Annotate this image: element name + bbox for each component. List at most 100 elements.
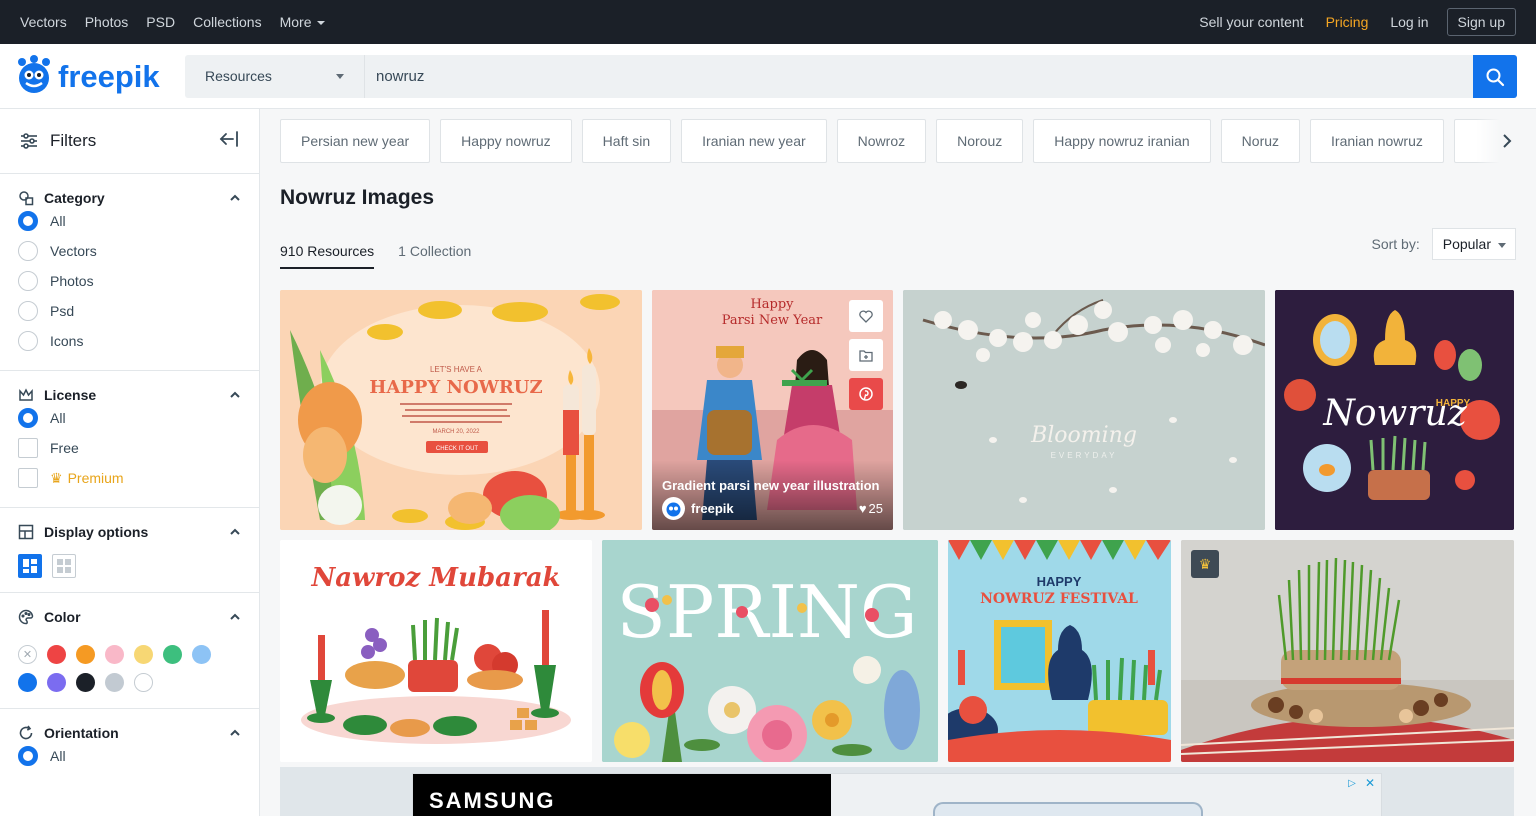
tag-chip[interactable]: Haft sin xyxy=(581,119,672,163)
tag-chip[interactable]: Persian new year xyxy=(280,119,431,163)
radio-selected[interactable] xyxy=(18,408,38,428)
color-swatch[interactable] xyxy=(76,673,95,692)
ad-banner[interactable]: SAMSUNG ▷ ✕ xyxy=(412,773,1382,816)
orientation-option-all[interactable]: All xyxy=(18,741,241,771)
tag-chip[interactable]: Iranian new year xyxy=(681,119,827,163)
color-swatch[interactable] xyxy=(18,673,37,692)
license-option-premium[interactable]: ♛ Premium xyxy=(18,463,241,493)
layout-icon xyxy=(18,524,34,540)
grid-view-button[interactable] xyxy=(52,554,76,578)
radio[interactable] xyxy=(18,241,38,261)
result-image-spring-flowers[interactable]: SPRING xyxy=(602,540,938,762)
svg-text:Nawroz Mubarak: Nawroz Mubarak xyxy=(310,563,560,593)
top-nav: Vectors Photos PSD Collections More xyxy=(20,14,343,30)
result-title[interactable]: Gradient parsi new year illustration xyxy=(662,478,879,493)
color-header[interactable]: Color xyxy=(18,609,241,625)
palette-icon xyxy=(18,609,34,625)
checkbox[interactable] xyxy=(18,438,38,458)
color-swatch[interactable] xyxy=(105,673,124,692)
sell-content-link[interactable]: Sell your content xyxy=(1199,14,1303,30)
radio-selected[interactable] xyxy=(18,746,38,766)
result-author[interactable]: freepik xyxy=(662,497,734,520)
category-option-all[interactable]: All xyxy=(18,206,241,236)
option-label: Vectors xyxy=(50,243,97,259)
checkbox[interactable] xyxy=(18,468,38,488)
radio[interactable] xyxy=(18,331,38,351)
color-swatch[interactable] xyxy=(47,645,66,664)
result-image-happy-nowruz-dark[interactable]: Nowruz HAPPY xyxy=(1275,290,1514,530)
result-image-nawroz-mubarak[interactable]: Nawroz Mubarak xyxy=(280,540,592,762)
search-icon xyxy=(1486,68,1505,86)
search-input[interactable] xyxy=(366,55,1472,98)
category-header[interactable]: Category xyxy=(18,190,241,206)
tag-chip[interactable]: Happy nowruz xyxy=(440,119,572,163)
license-header[interactable]: License xyxy=(18,387,241,403)
svg-text:EVERYDAY: EVERYDAY xyxy=(1051,451,1118,460)
color-swatch[interactable] xyxy=(134,645,153,664)
sort-value: Popular xyxy=(1442,236,1491,252)
freepik-logo[interactable]: freepik xyxy=(14,54,176,100)
color-swatch[interactable] xyxy=(192,645,211,664)
radio[interactable] xyxy=(18,301,38,321)
color-swatch[interactable] xyxy=(47,673,66,692)
freepik-logo-icon: freepik xyxy=(18,55,160,94)
tab-resources[interactable]: 910 Resources xyxy=(280,243,375,269)
crown-outline-icon xyxy=(19,388,33,401)
tag-chip[interactable]: Noruz xyxy=(1220,119,1301,163)
tag-chip[interactable]: Iranian nowruz xyxy=(1310,119,1444,163)
top-navbar: Vectors Photos PSD Collections More Sell… xyxy=(0,0,1536,44)
pinterest-icon xyxy=(859,387,873,401)
nav-vectors[interactable]: Vectors xyxy=(20,14,67,30)
svg-text:HAPPY NOWRUZ: HAPPY NOWRUZ xyxy=(369,377,542,398)
nav-photos[interactable]: Photos xyxy=(85,14,129,30)
ad-choices-icon[interactable]: ▷ xyxy=(1345,776,1359,790)
color-swatch[interactable] xyxy=(134,673,153,692)
premium-badge: ♛ xyxy=(1191,550,1219,578)
masonry-view-button[interactable] xyxy=(18,554,42,578)
display-options-header[interactable]: Display options xyxy=(18,524,241,540)
pricing-link[interactable]: Pricing xyxy=(1326,14,1369,30)
radio-selected[interactable] xyxy=(18,211,38,231)
result-image-nowruz-festival[interactable]: HAPPY NOWRUZ FESTIVAL xyxy=(948,540,1171,762)
orientation-header[interactable]: Orientation xyxy=(18,725,241,741)
chevron-up-icon xyxy=(230,194,240,201)
tab-collections[interactable]: 1 Collection xyxy=(398,243,471,269)
nav-more[interactable]: More xyxy=(280,14,326,30)
signup-button[interactable]: Sign up xyxy=(1446,8,1516,36)
tag-chip[interactable]: Happy nowruz iranian xyxy=(1033,119,1211,163)
result-image-blooming-everyday[interactable]: Blooming EVERYDAY xyxy=(903,290,1265,530)
category-option-vectors[interactable]: Vectors xyxy=(18,236,241,266)
license-option-all[interactable]: All xyxy=(18,403,241,433)
shapes-icon xyxy=(19,191,34,206)
save-to-collection-button[interactable] xyxy=(849,339,883,371)
color-swatch[interactable] xyxy=(105,645,124,664)
ad-close-icon[interactable]: ✕ xyxy=(1363,776,1377,790)
radio[interactable] xyxy=(18,271,38,291)
resource-type-select[interactable]: Resources xyxy=(185,55,365,98)
result-image-parsi-new-year[interactable]: Happy Parsi New Year Gradient parsi new … xyxy=(652,290,893,530)
result-image-happy-nowruz-banner[interactable]: LET'S HAVE A HAPPY NOWRUZ MARCH 20, 2022… xyxy=(280,290,642,530)
result-image-sabzeh-photo[interactable]: ♛ xyxy=(1181,540,1514,762)
rotate-icon xyxy=(19,725,33,740)
pinterest-button[interactable] xyxy=(849,378,883,410)
category-option-photos[interactable]: Photos xyxy=(18,266,241,296)
license-option-free[interactable]: Free xyxy=(18,433,241,463)
nav-collections[interactable]: Collections xyxy=(193,14,261,30)
color-swatch-none[interactable]: ✕ xyxy=(18,645,37,664)
sort-select[interactable]: Popular xyxy=(1431,228,1516,260)
tags-next-button[interactable] xyxy=(1476,119,1536,163)
collapse-sidebar-button[interactable] xyxy=(219,130,239,152)
category-filter: Category All Vectors Photos Psd Icons xyxy=(0,174,259,371)
like-button[interactable] xyxy=(849,300,883,332)
svg-text:Blooming: Blooming xyxy=(1030,423,1137,448)
color-swatch[interactable] xyxy=(76,645,95,664)
nav-psd[interactable]: PSD xyxy=(146,14,175,30)
search-button[interactable] xyxy=(1473,55,1517,98)
color-swatch[interactable] xyxy=(163,645,182,664)
tag-chip[interactable]: Nowroz xyxy=(836,119,927,163)
tag-chip[interactable]: Norouz xyxy=(936,119,1024,163)
category-option-psd[interactable]: Psd xyxy=(18,296,241,326)
image-blooming-everyday: Blooming EVERYDAY xyxy=(903,290,1265,530)
login-link[interactable]: Log in xyxy=(1390,14,1428,30)
category-option-icons[interactable]: Icons xyxy=(18,326,241,356)
